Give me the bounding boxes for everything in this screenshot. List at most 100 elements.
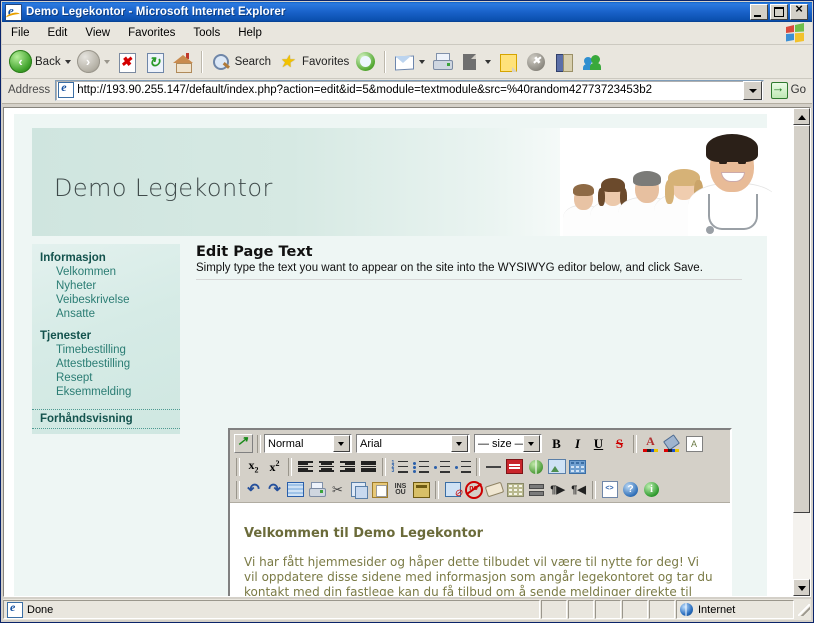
horizontal-rule-button[interactable]: [483, 457, 504, 477]
editor-maximize-button[interactable]: [233, 433, 254, 454]
resize-grip[interactable]: [797, 603, 811, 617]
paste-button[interactable]: [369, 480, 390, 500]
row-properties-button[interactable]: [526, 480, 547, 500]
menu-item-file[interactable]: File: [2, 25, 39, 41]
font-family-select[interactable]: Arial: [356, 434, 470, 453]
refresh-button[interactable]: ↻: [141, 48, 169, 76]
erase-button[interactable]: [484, 480, 505, 500]
security-zone-pane[interactable]: Internet: [676, 600, 794, 619]
ordered-list-button[interactable]: 123: [389, 457, 410, 477]
menu-item-tools[interactable]: Tools: [184, 25, 229, 41]
chevron-down-icon[interactable]: [523, 435, 540, 452]
sidebar-item-resept[interactable]: Resept: [32, 371, 180, 385]
align-right-button[interactable]: [337, 457, 358, 477]
wysiwyg-editor[interactable]: Normal Arial — size — B I: [228, 428, 732, 596]
cut-button[interactable]: ✂: [327, 480, 348, 500]
insert-link-button[interactable]: [525, 457, 546, 477]
no-entry-button[interactable]: no: [463, 480, 484, 500]
background-color-button[interactable]: [661, 433, 682, 454]
save-all-button[interactable]: [411, 480, 432, 500]
sidebar-item-eksemmelding[interactable]: Eksemmelding: [32, 385, 180, 399]
redo-button[interactable]: ↷: [264, 480, 285, 500]
vertical-scrollbar[interactable]: [793, 108, 810, 596]
edit-button[interactable]: [456, 48, 494, 76]
messenger-x-icon: [525, 51, 547, 73]
history-button[interactable]: [352, 48, 380, 76]
maximize-button[interactable]: [770, 4, 788, 20]
messenger-button[interactable]: [522, 48, 550, 76]
align-center-button[interactable]: [316, 457, 337, 477]
insert-overwrite-toggle[interactable]: INS OU: [390, 480, 411, 500]
underline-button[interactable]: U: [588, 434, 609, 454]
print-button-editor[interactable]: [306, 480, 327, 500]
about-button[interactable]: i: [641, 480, 662, 500]
superscript-button[interactable]: x2: [264, 457, 285, 477]
go-button[interactable]: Go: [770, 80, 810, 99]
forward-history-chevron-down-icon[interactable]: [103, 59, 110, 64]
insert-table-button[interactable]: [567, 457, 588, 477]
rtl-button[interactable]: ¶◀: [568, 480, 589, 500]
chevron-down-icon[interactable]: [333, 435, 350, 452]
sidebar-item-nyheter[interactable]: Nyheter: [32, 279, 180, 293]
italic-button[interactable]: I: [567, 434, 588, 454]
remove-format-button[interactable]: A: [682, 434, 706, 454]
indent-button[interactable]: [452, 457, 473, 477]
table-properties-button[interactable]: [505, 480, 526, 500]
select-all-button[interactable]: [285, 480, 306, 500]
go-label: Go: [790, 84, 806, 96]
stop-button[interactable]: ✖: [113, 48, 141, 76]
copy-button[interactable]: [348, 480, 369, 500]
contacts-button[interactable]: [578, 48, 606, 76]
help-button[interactable]: ?: [620, 480, 641, 500]
chevron-down-icon[interactable]: [451, 435, 468, 452]
windows-flag-logo: [782, 23, 808, 43]
close-button[interactable]: [790, 3, 808, 20]
sidebar-item-forhandsvisning[interactable]: Forhåndsvisning: [32, 409, 180, 429]
ltr-button[interactable]: ¶▶: [547, 480, 568, 500]
font-color-button[interactable]: A: [640, 434, 661, 454]
font-size-select[interactable]: — size —: [474, 434, 542, 453]
address-chevron-down-icon[interactable]: [742, 80, 762, 100]
sidebar-item-attestbestilling[interactable]: Attestbestilling: [32, 357, 180, 371]
scroll-down-button[interactable]: [793, 579, 810, 596]
spellcheck-button[interactable]: [442, 480, 463, 500]
menu-item-view[interactable]: View: [76, 25, 119, 41]
minimize-button[interactable]: [750, 4, 768, 20]
align-left-button[interactable]: [295, 457, 316, 477]
home-button[interactable]: [169, 48, 197, 76]
sidebar-item-timebestilling[interactable]: Timebestilling: [32, 343, 180, 357]
edit-chevron-down-icon[interactable]: [485, 59, 492, 64]
scroll-up-button[interactable]: [793, 108, 810, 125]
forward-button[interactable]: ›: [74, 48, 113, 76]
menu-item-favorites[interactable]: Favorites: [119, 25, 184, 41]
mail-button[interactable]: [390, 48, 428, 76]
unordered-list-button[interactable]: [410, 457, 431, 477]
favorites-button[interactable]: ★ Favorites: [274, 48, 352, 76]
sidebar-item-velkommen[interactable]: Velkommen: [32, 265, 180, 279]
align-justify-button[interactable]: [358, 457, 379, 477]
sidebar-item-ansatte[interactable]: Ansatte: [32, 307, 180, 321]
sidebar-item-veibeskrivelse[interactable]: Veibeskrivelse: [32, 293, 180, 307]
insert-image-button[interactable]: [546, 457, 567, 477]
address-input[interactable]: http://193.90.255.147/default/index.php?…: [55, 79, 764, 101]
bold-button[interactable]: B: [546, 434, 567, 454]
menu-item-help[interactable]: Help: [229, 25, 271, 41]
editor-content-area[interactable]: Velkommen til Demo Legekontor Vi har fåt…: [230, 514, 730, 596]
view-source-button[interactable]: <>: [599, 480, 620, 500]
discuss-button[interactable]: [494, 48, 522, 76]
scrollbar-thumb[interactable]: [793, 125, 810, 513]
paragraph-style-select[interactable]: Normal: [264, 434, 352, 453]
back-button[interactable]: ‹ Back: [6, 48, 74, 76]
outdent-button[interactable]: [431, 457, 452, 477]
insert-object-button[interactable]: [504, 457, 525, 477]
mail-chevron-down-icon[interactable]: [419, 59, 426, 64]
search-button[interactable]: Search: [207, 48, 274, 76]
strikethrough-button[interactable]: S: [609, 434, 630, 454]
subscript-button[interactable]: x2: [243, 457, 264, 477]
menu-item-edit[interactable]: Edit: [39, 25, 77, 41]
back-history-chevron-down-icon[interactable]: [64, 59, 71, 64]
sidebar-heading-tjenester: Tjenester: [40, 330, 92, 342]
undo-button[interactable]: ↶: [243, 480, 264, 500]
print-button[interactable]: [428, 48, 456, 76]
research-button[interactable]: [550, 48, 578, 76]
